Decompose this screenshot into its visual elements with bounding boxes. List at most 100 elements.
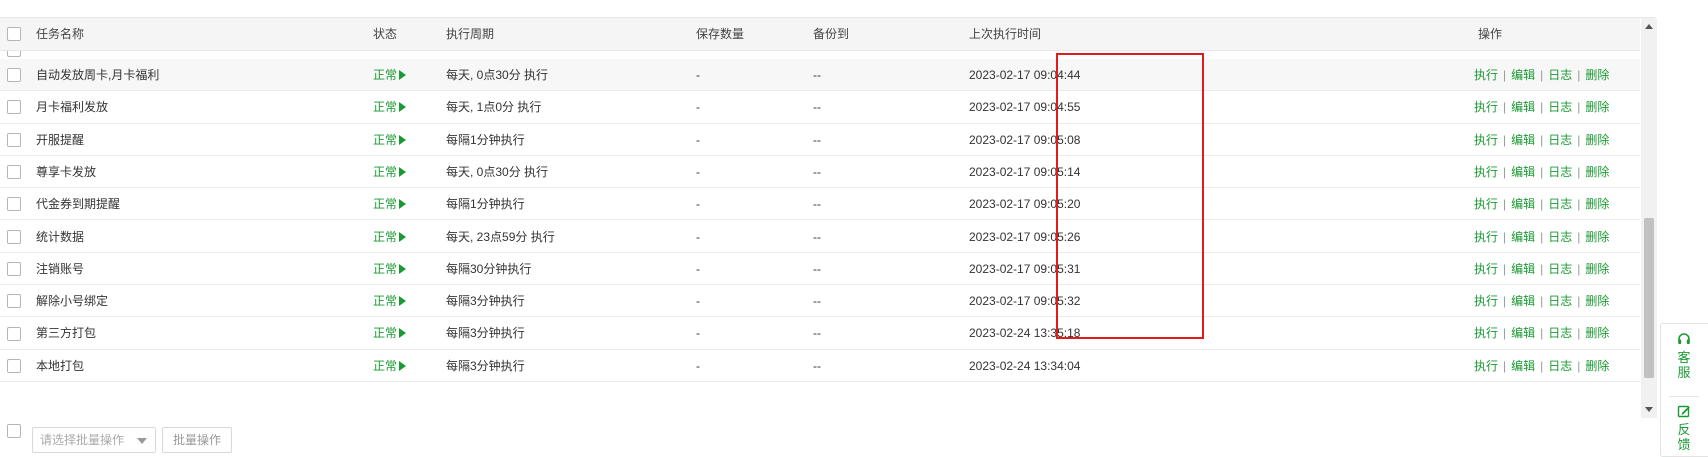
exec-cycle: 每天, 0点30分 执行 (446, 68, 549, 82)
log-link[interactable]: 日志 (1548, 165, 1572, 179)
log-link[interactable]: 日志 (1548, 68, 1572, 82)
status-label: 正常 (373, 197, 398, 212)
status-label: 正常 (373, 164, 398, 179)
row-actions: 执行 | 编辑 | 日志 | 删除 (1474, 221, 1640, 253)
batch-operation-select[interactable]: 请选择批量操作 (32, 427, 156, 453)
status-toggle[interactable]: 正常 (373, 253, 407, 285)
table-footer: 请选择批量操作 批量操作 (0, 418, 1640, 457)
action-separator: | (1503, 261, 1507, 276)
execute-link[interactable]: 执行 (1474, 230, 1498, 244)
delete-link[interactable]: 删除 (1585, 197, 1609, 211)
status-toggle[interactable]: 正常 (373, 350, 407, 382)
footer-select-all-checkbox[interactable] (7, 424, 21, 438)
customer-service-button[interactable]: 客服 (1661, 332, 1707, 380)
log-link[interactable]: 日志 (1548, 262, 1572, 276)
row-checkbox[interactable] (7, 132, 21, 147)
status-toggle[interactable]: 正常 (373, 59, 407, 91)
delete-link[interactable]: 删除 (1585, 359, 1609, 373)
edit-link[interactable]: 编辑 (1511, 359, 1535, 373)
row-actions: 执行 | 编辑 | 日志 | 删除 (1474, 91, 1640, 123)
row-actions: 执行 | 编辑 | 日志 | 删除 (1474, 285, 1640, 317)
exec-cycle: 每隔3分钟执行 (446, 358, 525, 373)
edit-link[interactable]: 编辑 (1511, 326, 1535, 340)
log-link[interactable]: 日志 (1548, 326, 1572, 340)
status-toggle[interactable]: 正常 (373, 188, 407, 220)
vertical-scrollbar[interactable] (1641, 18, 1657, 418)
row-actions: 执行 | 编辑 | 日志 | 删除 (1474, 156, 1640, 188)
delete-link[interactable]: 删除 (1585, 262, 1609, 276)
execute-link[interactable]: 执行 (1474, 294, 1498, 308)
backup-to: -- (813, 261, 821, 276)
edit-link[interactable]: 编辑 (1511, 165, 1535, 179)
log-link[interactable]: 日志 (1548, 197, 1572, 211)
execute-link[interactable]: 执行 (1474, 68, 1498, 82)
scroll-thumb[interactable] (1644, 218, 1654, 378)
backup-to: -- (813, 358, 821, 373)
log-link[interactable]: 日志 (1548, 100, 1572, 114)
row-checkbox[interactable] (7, 326, 21, 341)
log-link[interactable]: 日志 (1548, 230, 1572, 244)
save-count: - (696, 100, 700, 115)
row-checkbox[interactable] (7, 51, 21, 57)
edit-link[interactable]: 编辑 (1511, 197, 1535, 211)
row-checkbox[interactable] (7, 229, 21, 244)
status-label: 正常 (373, 261, 398, 276)
log-link[interactable]: 日志 (1548, 294, 1572, 308)
status-toggle[interactable]: 正常 (373, 124, 407, 156)
edit-link[interactable]: 编辑 (1511, 68, 1535, 82)
scroll-down-arrow-icon[interactable] (1645, 407, 1653, 412)
feedback-button[interactable]: 反馈 (1661, 404, 1707, 452)
table-row: 开服提醒 正常 每隔1分钟执行 - -- 2023-02-17 09:05:08 执行 | 编辑… (0, 123, 1640, 156)
delete-link[interactable]: 删除 (1585, 326, 1609, 340)
log-link[interactable]: 日志 (1548, 359, 1572, 373)
row-checkbox[interactable] (7, 358, 21, 373)
delete-link[interactable]: 删除 (1585, 68, 1609, 82)
execute-link[interactable]: 执行 (1474, 197, 1498, 211)
status-label: 正常 (373, 132, 398, 147)
execute-link[interactable]: 执行 (1474, 262, 1498, 276)
edit-link[interactable]: 编辑 (1511, 294, 1535, 308)
row-checkbox[interactable] (7, 294, 21, 309)
delete-link[interactable]: 删除 (1585, 294, 1609, 308)
task-name: 代金券到期提醒 (36, 197, 121, 212)
execute-link[interactable]: 执行 (1474, 359, 1498, 373)
action-separator: | (1577, 294, 1581, 309)
delete-link[interactable]: 删除 (1585, 165, 1609, 179)
delete-link[interactable]: 删除 (1585, 133, 1609, 147)
status-toggle[interactable]: 正常 (373, 317, 407, 349)
status-toggle[interactable]: 正常 (373, 91, 407, 123)
scroll-up-arrow-icon[interactable] (1645, 24, 1653, 29)
execute-link[interactable]: 执行 (1474, 133, 1498, 147)
save-count: - (696, 197, 700, 212)
edit-link[interactable]: 编辑 (1511, 133, 1535, 147)
status-toggle[interactable]: 正常 (373, 285, 407, 317)
delete-link[interactable]: 删除 (1585, 230, 1609, 244)
edit-link[interactable]: 编辑 (1511, 230, 1535, 244)
status-toggle[interactable]: 正常 (373, 156, 407, 188)
edit-link[interactable]: 编辑 (1511, 100, 1535, 114)
action-separator: | (1503, 358, 1507, 373)
play-icon (399, 328, 407, 339)
delete-link[interactable]: 删除 (1585, 100, 1609, 114)
execute-link[interactable]: 执行 (1474, 326, 1498, 340)
select-all-checkbox[interactable] (7, 27, 21, 41)
action-separator: | (1540, 358, 1544, 373)
status-label: 正常 (373, 326, 398, 341)
status-toggle[interactable]: 正常 (373, 221, 407, 253)
row-checkbox[interactable] (7, 197, 21, 212)
save-count: - (696, 294, 700, 309)
backup-to: -- (813, 229, 821, 244)
row-checkbox[interactable] (7, 261, 21, 276)
row-checkbox[interactable] (7, 68, 21, 83)
row-checkbox[interactable] (7, 100, 21, 115)
row-checkbox[interactable] (7, 165, 21, 180)
execute-link[interactable]: 执行 (1474, 165, 1498, 179)
action-separator: | (1540, 326, 1544, 341)
last-exec-time: 2023-02-17 09:05:32 (969, 294, 1081, 309)
edit-link[interactable]: 编辑 (1511, 262, 1535, 276)
batch-operation-button[interactable]: 批量操作 (162, 427, 232, 453)
log-link[interactable]: 日志 (1548, 133, 1572, 147)
action-separator: | (1503, 294, 1507, 309)
execute-link[interactable]: 执行 (1474, 100, 1498, 114)
save-count: - (696, 68, 700, 82)
